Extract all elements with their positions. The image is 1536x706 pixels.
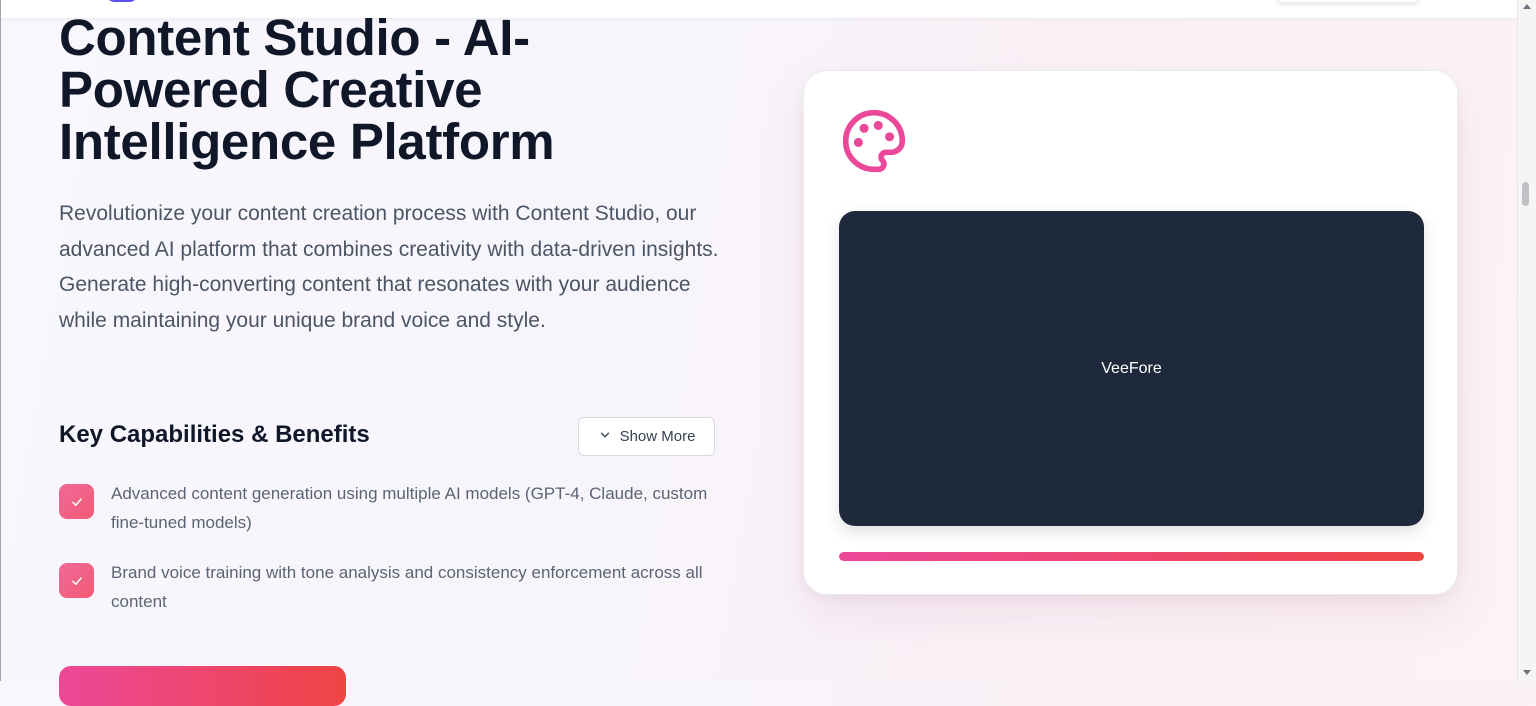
progress-bar [839, 552, 1424, 561]
scroll-up-arrow-icon[interactable] [1523, 4, 1531, 9]
scroll-down-arrow-icon[interactable] [1523, 670, 1531, 675]
check-icon [59, 563, 94, 598]
progress-fill [839, 552, 1424, 561]
primary-cta-button[interactable] [59, 666, 346, 706]
header-logo[interactable] [105, 0, 139, 2]
preview-card: VeeFore [803, 70, 1458, 595]
benefit-text: Advanced content generation using multip… [111, 484, 708, 532]
scrollbar[interactable] [1517, 0, 1536, 681]
content-preview: VeeFore [839, 211, 1424, 526]
window-left-border [0, 0, 1, 681]
check-icon [59, 484, 94, 519]
chevron-down-icon [598, 428, 612, 446]
header-action-button[interactable] [1277, 0, 1419, 2]
scrollbar-thumb[interactable] [1522, 182, 1529, 206]
benefit-text: Brand voice training with tone analysis … [111, 563, 703, 611]
show-more-button[interactable]: Show More [578, 417, 715, 456]
show-more-label: Show More [619, 428, 696, 445]
palette-icon [840, 107, 908, 175]
page-description: Revolutionize your content creation proc… [59, 202, 719, 332]
capabilities-heading: Key Capabilities & Benefits [59, 421, 370, 448]
preview-label: VeeFore [1101, 359, 1162, 377]
page-title: Content Studio - AI-Powered Creative Int… [59, 9, 555, 170]
